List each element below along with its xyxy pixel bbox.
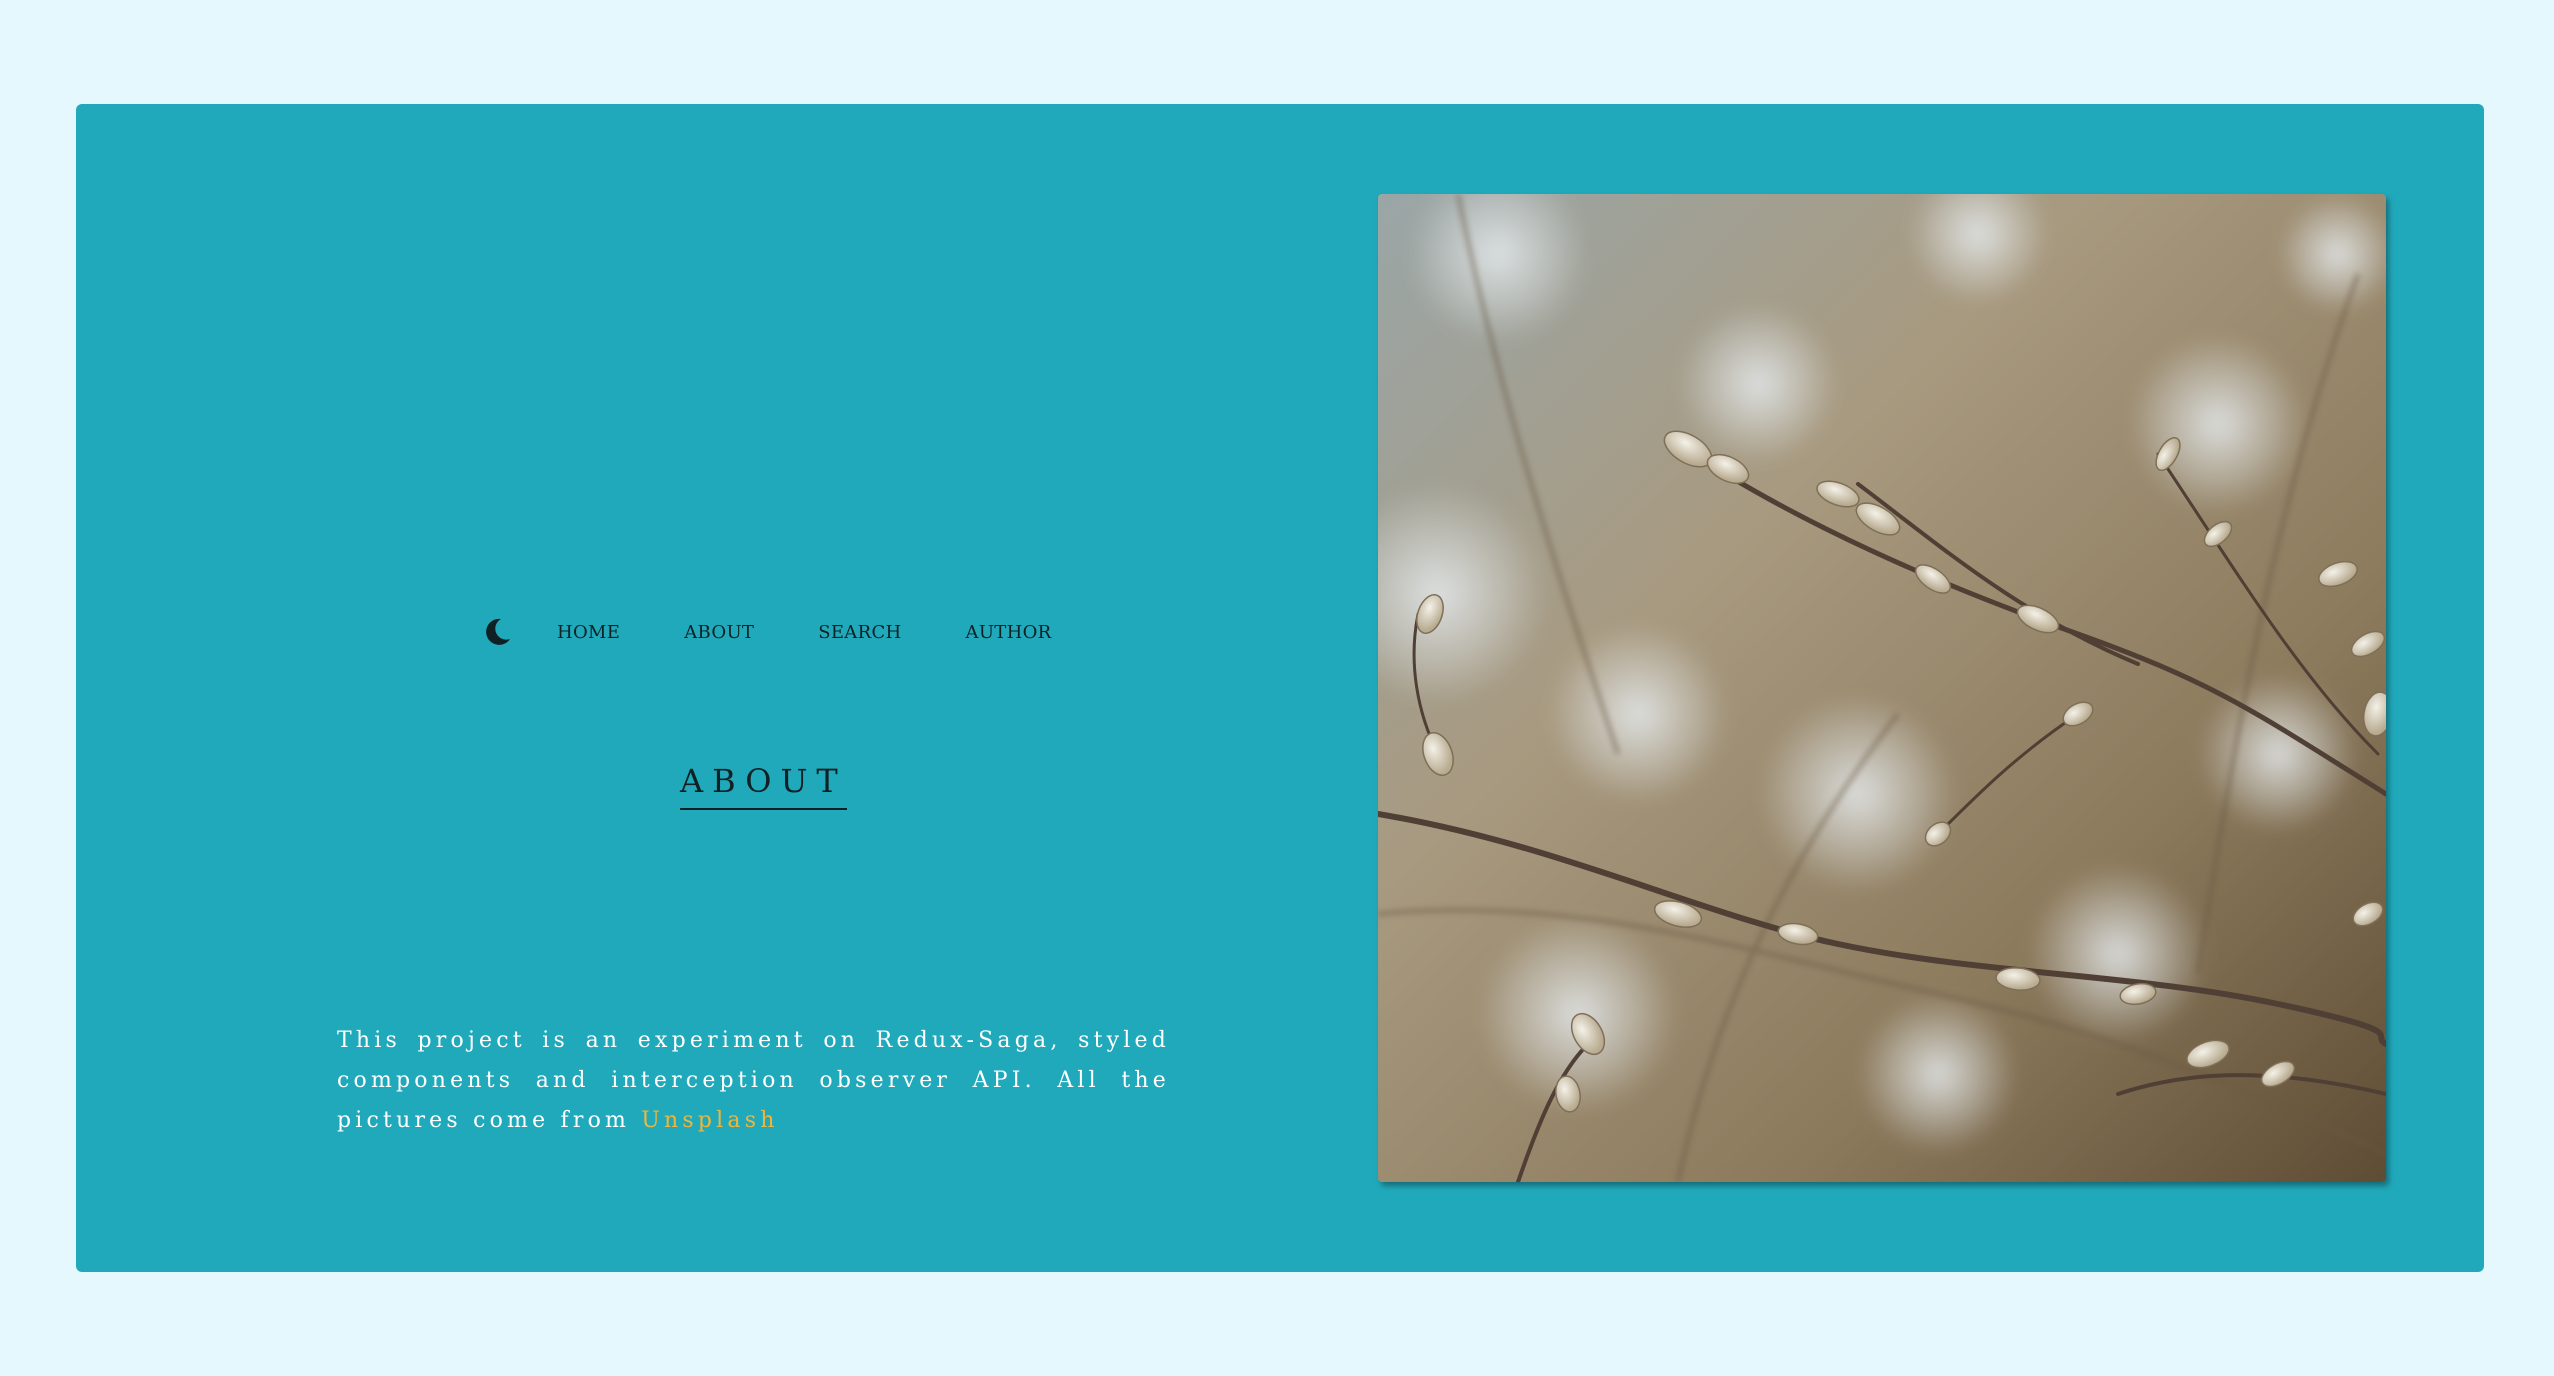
main-nav: HOME ABOUT SEARCH AUTHOR (481, 614, 1052, 650)
nav-search-link[interactable]: SEARCH (818, 622, 901, 643)
unsplash-link[interactable]: Unsplash (641, 1108, 778, 1133)
about-description: This project is an experiment on Redux-S… (337, 1021, 1170, 1141)
nav-home-link[interactable]: HOME (557, 622, 620, 643)
nav-author-link[interactable]: AUTHOR (966, 622, 1052, 643)
featured-photo (1378, 194, 2386, 1182)
nav-about-link[interactable]: ABOUT (684, 622, 754, 643)
moon-icon[interactable] (481, 616, 513, 648)
page-title: ABOUT (680, 762, 847, 810)
